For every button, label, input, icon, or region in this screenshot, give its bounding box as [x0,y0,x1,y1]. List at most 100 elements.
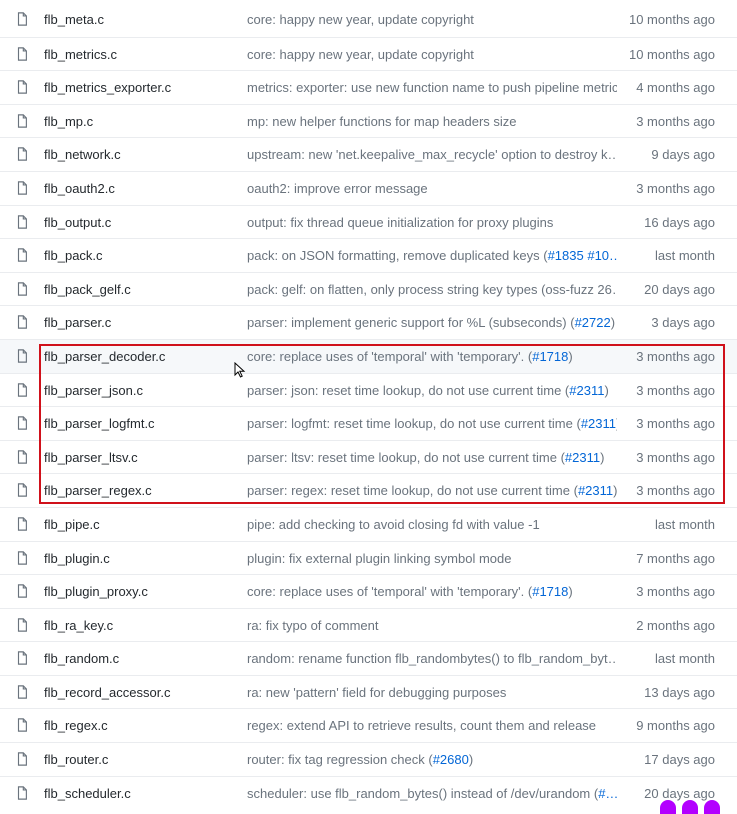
file-row[interactable]: flb_parser_decoder.c core: replace uses o… [0,338,737,373]
file-name-link[interactable]: flb_metrics.c [44,47,117,62]
file-name-link[interactable]: flb_mp.c [44,114,93,129]
file-row[interactable]: flb_parser_ltsv.c parser: ltsv: reset tim… [0,439,737,474]
file-name-link[interactable]: flb_record_accessor.c [44,685,170,700]
commit-message-text[interactable]: pipe: add checking to avoid closing fd w… [247,517,540,532]
commit-message-text[interactable]: oauth2: improve error message [247,181,428,196]
file-row[interactable]: flb_pack_gelf.c pack: gelf: on flatten, o… [0,271,737,306]
file-row[interactable]: flb_pack.c pack: on JSON formatting, remo… [0,238,737,272]
file-row[interactable]: flb_router.c router: fix tag regression c… [0,742,737,776]
commit-message-text[interactable]: plugin: fix external plugin linking symb… [247,551,511,566]
commit-message[interactable]: output: fix thread queue initialization … [247,215,553,230]
file-name-link[interactable]: flb_plugin.c [44,551,110,566]
file-row[interactable]: flb_scheduler.c scheduler: use flb_random… [0,775,737,810]
commit-message-text[interactable]: parser: ltsv: reset time lookup, do not … [247,450,565,465]
commit-message[interactable]: mp: new helper functions for map headers… [247,114,517,129]
commit-message[interactable]: parser: regex: reset time lookup, do not… [247,483,617,498]
file-name-link[interactable]: flb_router.c [44,752,108,767]
commit-message[interactable]: core: replace uses of 'temporal' with 't… [247,584,573,599]
file-name-link[interactable]: flb_meta.c [44,12,104,27]
file-row[interactable]: flb_network.c upstream: new 'net.keepaliv… [0,137,737,171]
file-name-link[interactable]: flb_regex.c [44,718,108,733]
commit-message-text[interactable]: pack: gelf: on flatten, only process str… [247,282,617,297]
file-name-link[interactable]: flb_parser_regex.c [44,483,152,498]
commit-message-text[interactable]: parser: implement generic support for %L… [247,315,575,330]
commit-message[interactable]: ra: new 'pattern' field for debugging pu… [247,685,506,700]
pull-request-link[interactable]: #1718 [532,349,568,364]
file-name-link[interactable]: flb_metrics_exporter.c [44,80,171,95]
file-row[interactable]: flb_mp.c mp: new helper functions for map… [0,103,737,138]
file-name-link[interactable]: flb_parser_json.c [44,383,143,398]
commit-message[interactable]: parser: implement generic support for %L… [247,315,615,330]
commit-message-text[interactable]: core: happy new year, update copyright [247,12,474,27]
file-row[interactable]: flb_parser.c parser: implement generic su… [0,305,737,339]
commit-message[interactable]: parser: json: reset time lookup, do not … [247,383,609,398]
commit-message[interactable]: random: rename function flb_randombytes(… [247,651,617,666]
commit-message[interactable]: regex: extend API to retrieve results, c… [247,718,596,733]
pull-request-link[interactable]: #2311 [578,483,613,498]
file-row[interactable]: flb_plugin_proxy.c core: replace uses of … [0,574,737,608]
commit-message-text[interactable]: output: fix thread queue initialization … [247,215,553,230]
commit-message[interactable]: scheduler: use flb_random_bytes() instea… [247,786,617,801]
file-row[interactable]: flb_parser_logfmt.c parser: logfmt: reset… [0,406,737,440]
pull-request-link[interactable]: #2311 [581,416,616,431]
commit-message-text[interactable]: pack: on JSON formatting, remove duplica… [247,248,548,263]
commit-message-text[interactable]: scheduler: use flb_random_bytes() instea… [247,786,598,801]
commit-message[interactable]: oauth2: improve error message [247,181,428,196]
commit-message[interactable]: pack: on JSON formatting, remove duplica… [247,248,617,263]
commit-message-text[interactable]: parser: logfmt: reset time lookup, do no… [247,416,581,431]
commit-message-text[interactable]: parser: regex: reset time lookup, do not… [247,483,578,498]
file-row[interactable]: flb_metrics.c core: happy new year, updat… [0,36,737,71]
commit-message-text[interactable]: parser: json: reset time lookup, do not … [247,383,569,398]
commit-message[interactable]: ra: fix typo of comment [247,618,379,633]
file-row[interactable]: flb_random.c random: rename function flb_… [0,641,737,675]
file-name-link[interactable]: flb_parser_decoder.c [44,349,165,364]
commit-message-text[interactable]: core: happy new year, update copyright [247,47,474,62]
commit-message[interactable]: parser: logfmt: reset time lookup, do no… [247,416,617,431]
commit-message[interactable]: core: happy new year, update copyright [247,47,474,62]
file-name-link[interactable]: flb_parser_ltsv.c [44,450,138,465]
commit-message[interactable]: metrics: exporter: use new function name… [247,80,617,95]
commit-message-text[interactable]: metrics: exporter: use new function name… [247,80,617,95]
commit-message-text[interactable]: core: replace uses of 'temporal' with 't… [247,584,532,599]
pull-request-link[interactable]: #2680 [433,752,469,767]
pull-request-link[interactable]: #2722 [575,315,611,330]
commit-message-text[interactable]: regex: extend API to retrieve results, c… [247,718,596,733]
file-row[interactable]: flb_output.c output: fix thread queue ini… [0,204,737,239]
commit-message[interactable]: core: replace uses of 'temporal' with 't… [247,349,573,364]
commit-message-text[interactable]: ra: new 'pattern' field for debugging pu… [247,685,506,700]
file-name-link[interactable]: flb_plugin_proxy.c [44,584,148,599]
commit-message-text[interactable]: mp: new helper functions for map headers… [247,114,517,129]
commit-message[interactable]: parser: ltsv: reset time lookup, do not … [247,450,604,465]
file-row[interactable]: flb_record_accessor.c ra: new 'pattern' f… [0,674,737,709]
commit-message-text[interactable]: random: rename function flb_randombytes(… [247,651,617,666]
file-name-link[interactable]: flb_ra_key.c [44,618,113,633]
commit-message-text[interactable]: ra: fix typo of comment [247,618,379,633]
commit-message[interactable]: plugin: fix external plugin linking symb… [247,551,511,566]
commit-message-text[interactable]: router: fix tag regression check ( [247,752,433,767]
commit-message-text[interactable]: upstream: new 'net.keepalive_max_recycle… [247,147,617,162]
file-row[interactable]: flb_regex.c regex: extend API to retrieve… [0,708,737,743]
file-name-link[interactable]: flb_oauth2.c [44,181,115,196]
file-name-link[interactable]: flb_output.c [44,215,111,230]
commit-message-text[interactable]: core: replace uses of 'temporal' with 't… [247,349,532,364]
commit-message[interactable]: pipe: add checking to avoid closing fd w… [247,517,540,532]
file-row[interactable]: flb_plugin.c plugin: fix external plugin … [0,540,737,575]
file-row[interactable]: flb_parser_json.c parser: json: reset tim… [0,372,737,407]
commit-message[interactable]: core: happy new year, update copyright [247,12,474,27]
file-row[interactable]: flb_ra_key.c ra: fix typo of comment 2 mon… [0,607,737,642]
file-row[interactable]: flb_meta.c core: happy new year, update c… [0,3,737,37]
file-row[interactable]: flb_parser_regex.c parser: regex: reset t… [0,473,737,507]
pull-request-link[interactable]: #… [598,786,617,801]
file-name-link[interactable]: flb_parser.c [44,315,111,330]
file-name-link[interactable]: flb_network.c [44,147,121,162]
pull-request-link[interactable]: #2311 [565,450,600,465]
file-name-link[interactable]: flb_scheduler.c [44,786,131,801]
file-row[interactable]: flb_oauth2.c oauth2: improve error messag… [0,170,737,205]
commit-message[interactable]: pack: gelf: on flatten, only process str… [247,282,617,297]
file-row[interactable]: flb_pipe.c pipe: add checking to avoid cl… [0,506,737,541]
file-row[interactable]: flb_metrics_exporter.c metrics: exporter:… [0,70,737,104]
commit-message[interactable]: upstream: new 'net.keepalive_max_recycle… [247,147,617,162]
file-name-link[interactable]: flb_pipe.c [44,517,100,532]
pull-request-link[interactable]: #1718 [532,584,568,599]
pull-request-link[interactable]: #1835 #10… [548,248,617,263]
